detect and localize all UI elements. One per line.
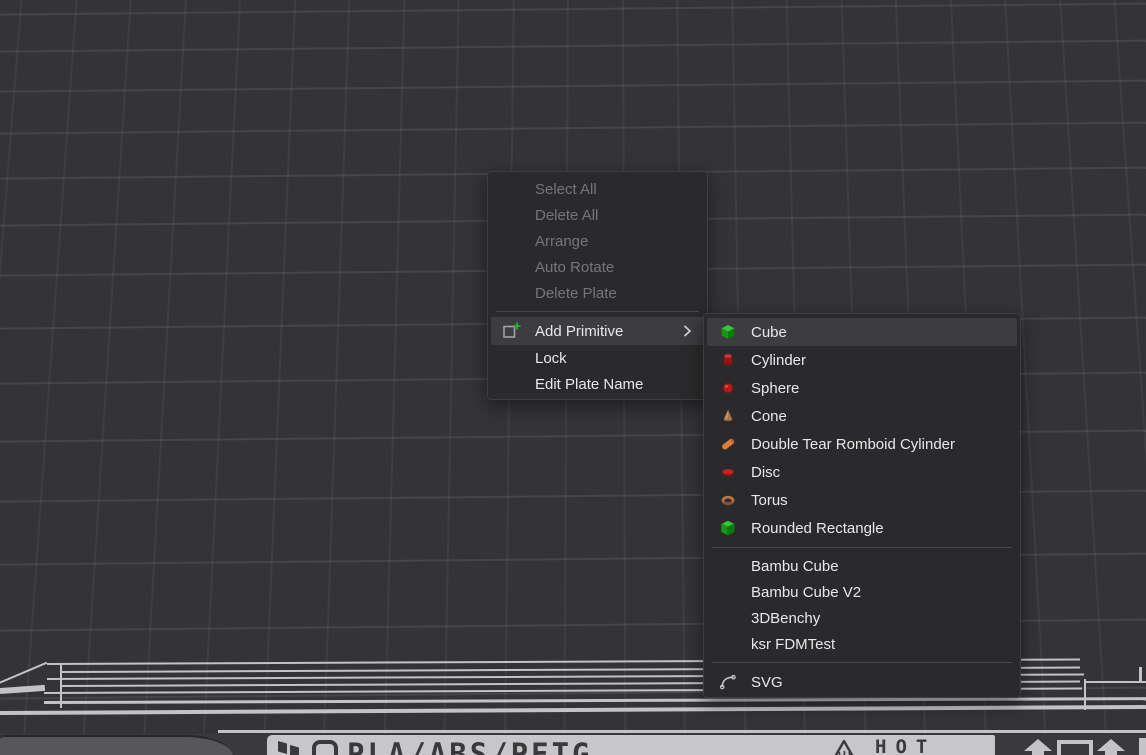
menu-item-ksr-fdmtest[interactable]: ksr FDMTest <box>707 631 1017 657</box>
icon-placeholder <box>501 256 523 278</box>
hot-warning-icon <box>829 738 859 755</box>
rounded-rectangle-icon <box>717 517 739 539</box>
icon-placeholder <box>501 373 523 395</box>
menu-item-rounded-rectangle[interactable]: Rounded Rectangle <box>707 514 1017 542</box>
menu-separator <box>712 547 1012 548</box>
menu-item-cone[interactable]: Cone <box>707 402 1017 430</box>
add-primitive-submenu: Cube Cylinder Sphere Cone Double Tear Ro… <box>703 313 1021 698</box>
plate-edge-line <box>60 663 62 708</box>
menu-item-torus[interactable]: Torus <box>707 486 1017 514</box>
grid-line <box>0 0 24 755</box>
grid-line <box>321 0 350 755</box>
plate-edge-line <box>1084 679 1087 710</box>
bezier-icon <box>717 671 739 693</box>
cylinder-icon <box>717 349 739 371</box>
icon-placeholder <box>501 347 523 369</box>
bambu-logo-icon <box>277 738 303 755</box>
grid-line <box>0 120 1146 134</box>
sphere-icon <box>717 377 739 399</box>
plate-frame-icon <box>1057 740 1093 755</box>
torus-icon <box>717 489 739 511</box>
plate-badge-icon <box>311 739 339 755</box>
plate-hot-label: HOT <box>875 736 936 755</box>
icon-placeholder <box>717 555 739 577</box>
grid-line <box>261 0 296 755</box>
icon-placeholder <box>501 282 523 304</box>
plate-edge-line <box>218 730 1146 734</box>
menu-item-svg[interactable]: SVG <box>707 668 1017 696</box>
plate-edge-line <box>1086 681 1146 684</box>
slicer-3d-viewport: { "viewport": { "background_color": "#34… <box>0 0 1146 755</box>
plate-edge-line <box>1139 667 1142 682</box>
grid-line <box>1112 0 1146 755</box>
plate-corner-mark <box>1139 738 1146 755</box>
menu-item-cube[interactable]: Cube <box>707 318 1017 346</box>
cone-icon <box>717 405 739 427</box>
plate-context-menu: Select All Delete All Arrange Auto Rotat… <box>487 171 708 400</box>
add-primitive-icon <box>501 320 523 342</box>
icon-placeholder <box>717 607 739 629</box>
menu-item-select-all[interactable]: Select All <box>491 176 704 202</box>
menu-item-add-primitive[interactable]: Add Primitive <box>491 317 704 345</box>
grid-line <box>200 0 241 755</box>
grid-line <box>1058 0 1110 755</box>
plate-arrow-icon <box>1023 739 1053 755</box>
menu-separator <box>496 311 699 312</box>
menu-item-sphere[interactable]: Sphere <box>707 374 1017 402</box>
menu-separator <box>712 662 1012 663</box>
plate-name-tab[interactable] <box>0 735 233 755</box>
menu-item-double-tear-romboid-cylinder[interactable]: Double Tear Romboid Cylinder <box>707 430 1017 458</box>
grid-line <box>0 78 1146 92</box>
plate-material-label: PLA/ABS/PETG <box>347 737 593 755</box>
menu-item-bambu-cube-v2[interactable]: Bambu Cube V2 <box>707 579 1017 605</box>
icon-placeholder <box>501 178 523 200</box>
menu-item-delete-all[interactable]: Delete All <box>491 202 704 228</box>
menu-item-edit-plate-name[interactable]: Edit Plate Name <box>491 371 704 397</box>
icon-placeholder <box>717 633 739 655</box>
grid-line <box>79 0 132 755</box>
plate-label-strip: PLA/ABS/PETG HOT <box>267 735 995 755</box>
cube-icon <box>717 321 739 343</box>
disc-icon <box>717 461 739 483</box>
grid-line <box>0 1 1146 15</box>
menu-item-cylinder[interactable]: Cylinder <box>707 346 1017 374</box>
menu-item-3dbenchy[interactable]: 3DBenchy <box>707 605 1017 631</box>
menu-item-bambu-cube[interactable]: Bambu Cube <box>707 553 1017 579</box>
menu-item-disc[interactable]: Disc <box>707 458 1017 486</box>
romboid-icon <box>717 433 739 455</box>
submenu-arrow-icon <box>683 324 692 338</box>
plate-arrow-icon <box>1096 739 1126 755</box>
grid-line <box>0 38 1146 52</box>
menu-item-lock[interactable]: Lock <box>491 345 704 371</box>
menu-item-auto-rotate[interactable]: Auto Rotate <box>491 254 704 280</box>
menu-item-delete-plate[interactable]: Delete Plate <box>491 280 704 306</box>
grid-line <box>382 0 405 755</box>
icon-placeholder <box>501 204 523 226</box>
grid-line <box>19 0 78 755</box>
menu-item-arrange[interactable]: Arrange <box>491 228 704 254</box>
grid-line <box>140 0 187 755</box>
icon-placeholder <box>501 230 523 252</box>
icon-placeholder <box>717 581 739 603</box>
